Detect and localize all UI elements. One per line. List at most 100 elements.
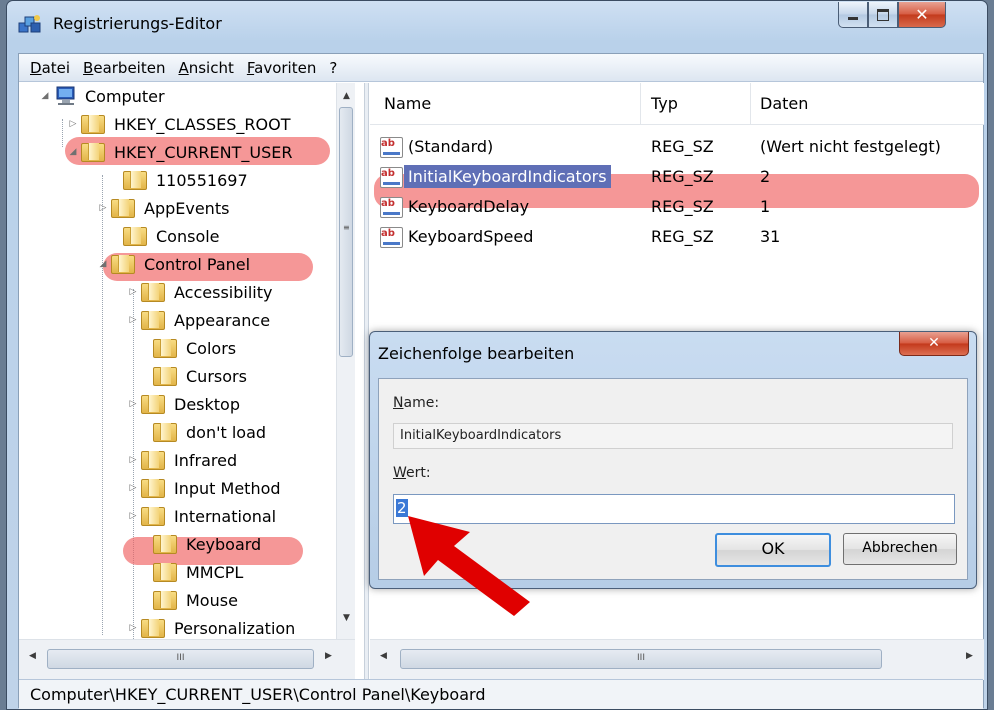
tree-item-label: Colors [186,338,237,358]
status-bar: Computer\HKEY_CURRENT_USER\Control Panel… [19,679,983,709]
value-type: REG_SZ [651,167,714,186]
scroll-right-icon[interactable]: ▶ [319,651,338,661]
window-title: Registrierungs-Editor [53,14,222,33]
tree-item-infrared[interactable]: ▷ Infrared [127,446,237,474]
list-horizontal-scrollbar[interactable]: ◀ III ▶ [370,639,984,680]
tree-item-appearance[interactable]: ▷ Appearance [127,306,270,334]
tree-item-mouse[interactable]: Mouse [139,586,238,614]
expand-icon[interactable]: ▷ [97,203,109,213]
close-button[interactable]: ✕ [898,2,946,28]
tree-item-cursors[interactable]: Cursors [139,362,247,390]
computer-icon [56,86,75,105]
scroll-left-icon[interactable]: ◀ [23,651,42,661]
list-row[interactable]: ab KeyboardDelay REG_SZ 1 [370,192,984,222]
folder-icon [153,534,177,554]
column-divider[interactable] [640,83,641,125]
tree-item-personalization[interactable]: ▷ Personalization [127,614,295,639]
tree-item-label: Control Panel [144,254,251,274]
string-value-icon: ab [380,167,403,188]
tree-item-hkey-classes-root[interactable]: ▷ HKEY_CLASSES_ROOT [67,110,290,138]
expand-icon[interactable]: ▷ [127,287,139,297]
scroll-right-icon[interactable]: ▶ [960,651,979,661]
column-data-header[interactable]: Daten [760,94,808,113]
value-data: 31 [760,227,781,246]
scroll-up-icon[interactable]: ▲ [337,91,356,101]
tree-item-label: Console [156,226,220,246]
scroll-left-icon[interactable]: ◀ [374,651,393,661]
tree-item-appevents[interactable]: ▷ AppEvents [97,194,229,222]
tree-item-keyboard[interactable]: Keyboard [139,530,261,558]
registry-editor-icon [18,15,41,33]
value-type: REG_SZ [651,137,714,156]
tree-item-international[interactable]: ▷ International [127,502,276,530]
list-row[interactable]: ab KeyboardSpeed REG_SZ 31 [370,222,984,252]
tree-item-mmcpl[interactable]: MMCPL [139,558,243,586]
value-name: InitialKeyboardIndicators [404,165,611,188]
collapse-icon[interactable]: ◢ [67,147,79,157]
scroll-grip-icon: III [637,653,645,663]
tree-item-colors[interactable]: Colors [139,334,236,362]
tree-horizontal-scrollbar[interactable]: ◀ III ▶ [19,639,355,680]
scrollbar-thumb[interactable]: ≡ [339,107,353,357]
collapse-icon: ◢ [41,91,49,101]
minimize-button[interactable] [838,2,868,28]
folder-icon [81,114,105,134]
tree-item-label: Infrared [174,450,238,470]
ok-button[interactable]: OK [715,533,831,567]
tree-item-label: Input Method [174,478,281,498]
value-data: (Wert nicht festgelegt) [760,137,941,156]
tree-item-label: Computer [85,86,165,106]
dialog-close-button[interactable]: ✕ [899,332,969,356]
column-divider[interactable] [750,83,751,125]
menu-favoriten[interactable]: Favoriten [247,59,316,77]
folder-icon [141,310,165,330]
menu-ansicht[interactable]: Ansicht [178,59,233,77]
expand-icon[interactable]: ▷ [127,315,139,325]
menu-datei[interactable]: Datei [30,59,70,77]
expand-icon[interactable]: ▷ [67,119,79,129]
tree-item-label: 110551697 [156,170,248,190]
folder-icon [111,254,135,274]
folder-icon [123,170,147,190]
name-field: InitialKeyboardIndicators [393,423,953,449]
folder-icon [153,590,177,610]
tree-item-control-panel[interactable]: ◢ Control Panel [97,250,250,278]
scrollbar-thumb[interactable]: III [47,649,314,669]
tree-item-don-t-load[interactable]: don't load [139,418,266,446]
list-row-selected[interactable]: ab InitialKeyboardIndicators REG_SZ 2 [370,162,984,192]
expand-icon[interactable]: ▷ [127,511,139,521]
tree-item-input-method[interactable]: ▷ Input Method [127,474,281,502]
column-type-header[interactable]: Typ [651,94,678,113]
tree-item-computer[interactable]: ◢ Computer [39,83,165,110]
column-name-header[interactable]: Name [384,94,431,113]
folder-icon [141,618,165,638]
folder-icon [153,422,177,442]
tree-item-label: Accessibility [174,282,273,302]
expand-icon[interactable]: ▷ [127,455,139,465]
expand-icon[interactable]: ▷ [127,399,139,409]
value-data: 2 [760,167,771,186]
cancel-button[interactable]: Abbrechen [843,533,957,565]
folder-icon [141,450,165,470]
tree-vertical-scrollbar[interactable]: ▲ ≡ ▼ [336,83,355,639]
value-name: KeyboardDelay [408,197,530,216]
expand-icon[interactable]: ▷ [127,623,139,633]
tree-item-label: Mouse [186,590,238,610]
expand-icon[interactable]: ▷ [127,483,139,493]
tree-item-110551697[interactable]: 110551697 [109,166,248,194]
menu-bearbeiten[interactable]: Bearbeiten [83,59,165,77]
string-value-icon: ab [380,137,403,158]
tree-item-console[interactable]: Console [109,222,220,250]
tree-item-hkey-current-user[interactable]: ◢ HKEY_CURRENT_USER [67,138,292,166]
tree-item-desktop[interactable]: ▷ Desktop [127,390,240,418]
maximize-button[interactable] [868,2,898,28]
folder-icon [123,226,147,246]
menu-help[interactable]: ? [329,59,337,77]
tree-item-accessibility[interactable]: ▷ Accessibility [127,278,272,306]
scroll-down-icon[interactable]: ▼ [337,613,356,623]
title-bar[interactable]: Registrierungs-Editor ✕ [7,1,987,49]
collapse-icon[interactable]: ◢ [97,259,109,269]
scrollbar-thumb[interactable]: III [400,649,882,669]
list-row[interactable]: ab (Standard) REG_SZ (Wert nicht festgel… [370,132,984,162]
dialog-title: Zeichenfolge bearbeiten [378,344,575,363]
